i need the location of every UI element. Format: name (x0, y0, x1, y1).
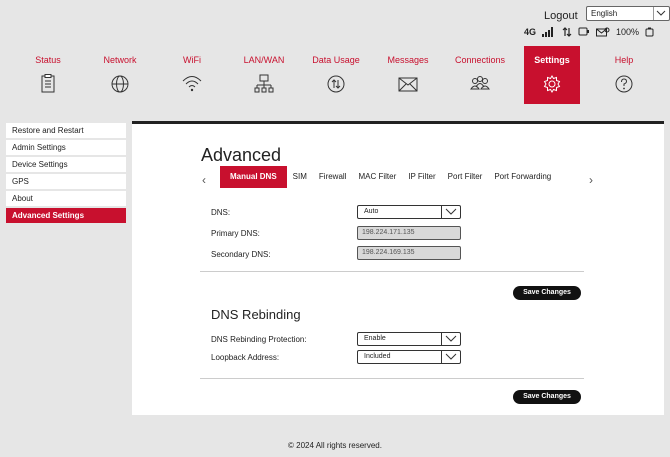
tabs-prev-arrow[interactable]: ‹ (202, 173, 206, 187)
rebinding-protection-select[interactable]: Enable (357, 332, 461, 346)
status-icons: 4G 100% (524, 27, 655, 37)
device-icon (578, 27, 590, 37)
wifi-icon (182, 76, 202, 92)
sidebar-item-device-settings[interactable]: Device Settings (6, 157, 126, 172)
battery-level: 100% (616, 27, 640, 37)
nav-label: Messages (387, 55, 429, 65)
main-nav: Status Network WiFi LAN/WAN Data Usage M… (20, 46, 668, 104)
save-dns-button[interactable]: Save Changes (513, 286, 581, 300)
gear-icon (543, 75, 561, 93)
tab-sim[interactable]: SIM (287, 166, 313, 188)
message-icon (596, 27, 610, 37)
sidebar-item-gps[interactable]: GPS (6, 174, 126, 189)
loopback-address-value: Included (364, 353, 391, 360)
section-divider (200, 378, 584, 379)
tab-port-filter[interactable]: Port Filter (442, 166, 489, 188)
nav-label: WiFi (183, 55, 201, 65)
logout-link[interactable]: Logout (544, 10, 578, 22)
tab-manual-dns[interactable]: Manual DNS (220, 166, 287, 188)
save-rebinding-button[interactable]: Save Changes (513, 390, 581, 404)
sidebar-item-admin-settings[interactable]: Admin Settings (6, 140, 126, 155)
data-transfer-icon (562, 27, 572, 37)
nav-label: Network (103, 55, 137, 65)
nav-settings[interactable]: Settings (524, 46, 580, 104)
sidebar: Restore and Restart Admin Settings Devic… (6, 123, 126, 225)
nav-label: Settings (534, 55, 570, 65)
dns-mode-select[interactable]: Auto (357, 205, 461, 219)
sidebar-item-about[interactable]: About (6, 191, 126, 206)
sidebar-item-restore-and-restart[interactable]: Restore and Restart (6, 123, 126, 138)
users-icon (470, 76, 490, 90)
chevron-down-icon (441, 206, 460, 218)
help-icon (615, 75, 633, 93)
panel-top-border (132, 121, 664, 124)
secondary-dns-label: Secondary DNS: (211, 250, 271, 259)
nav-messages[interactable]: Messages (380, 46, 436, 104)
language-select[interactable]: English (586, 6, 670, 21)
tab-firewall[interactable]: Firewall (313, 166, 353, 188)
nav-connections[interactable]: Connections (452, 46, 508, 104)
chevron-down-icon (653, 7, 668, 20)
sidebar-item-advanced-settings[interactable]: Advanced Settings (6, 208, 126, 223)
primary-dns-label: Primary DNS: (211, 229, 260, 238)
tab-ip-filter[interactable]: IP Filter (402, 166, 441, 188)
nav-label: Data Usage (312, 55, 360, 65)
envelope-icon (398, 77, 418, 92)
nav-network[interactable]: Network (92, 46, 148, 104)
tab-port-forwarding[interactable]: Port Forwarding (488, 166, 557, 188)
nav-help[interactable]: Help (596, 46, 652, 104)
battery-icon (645, 27, 655, 37)
section-divider (200, 271, 584, 272)
nav-data-usage[interactable]: Data Usage (308, 46, 364, 104)
tabs-next-arrow[interactable]: › (589, 173, 593, 187)
language-value: English (591, 9, 618, 18)
nav-label: LAN/WAN (243, 55, 285, 65)
nav-label: Connections (454, 55, 506, 65)
secondary-dns-field[interactable]: 198.224.169.135 (357, 246, 461, 260)
rebinding-protection-label: DNS Rebinding Protection: (211, 335, 307, 344)
dns-mode-value: Auto (364, 208, 379, 215)
nav-lan-wan[interactable]: LAN/WAN (236, 46, 292, 104)
tab-mac-filter[interactable]: MAC Filter (352, 166, 402, 188)
data-usage-icon (327, 75, 345, 93)
tab-bar: Manual DNS SIM Firewall MAC Filter IP Fi… (220, 166, 557, 188)
nav-status[interactable]: Status (20, 46, 76, 104)
nav-label: Status (35, 55, 61, 65)
globe-icon (111, 75, 129, 93)
lan-icon (254, 74, 274, 93)
nav-wifi[interactable]: WiFi (164, 46, 220, 104)
loopback-address-select[interactable]: Included (357, 350, 461, 364)
chevron-down-icon (441, 333, 460, 345)
footer-copyright: © 2024 All rights reserved. (288, 441, 382, 450)
signal-icon (542, 27, 556, 37)
chevron-down-icon (441, 351, 460, 363)
loopback-address-label: Loopback Address: (211, 353, 280, 362)
top-bar: Logout English 4G 100% Status Network Wi… (0, 0, 670, 118)
rebinding-protection-value: Enable (364, 335, 386, 342)
dns-rebinding-title: DNS Rebinding (211, 307, 301, 322)
network-type: 4G (524, 27, 537, 37)
page-title: Advanced (201, 145, 282, 165)
primary-dns-field[interactable]: 198.224.171.135 (357, 226, 461, 240)
nav-label: Help (614, 55, 634, 65)
clipboard-icon (41, 74, 55, 93)
dns-label: DNS: (211, 208, 231, 217)
